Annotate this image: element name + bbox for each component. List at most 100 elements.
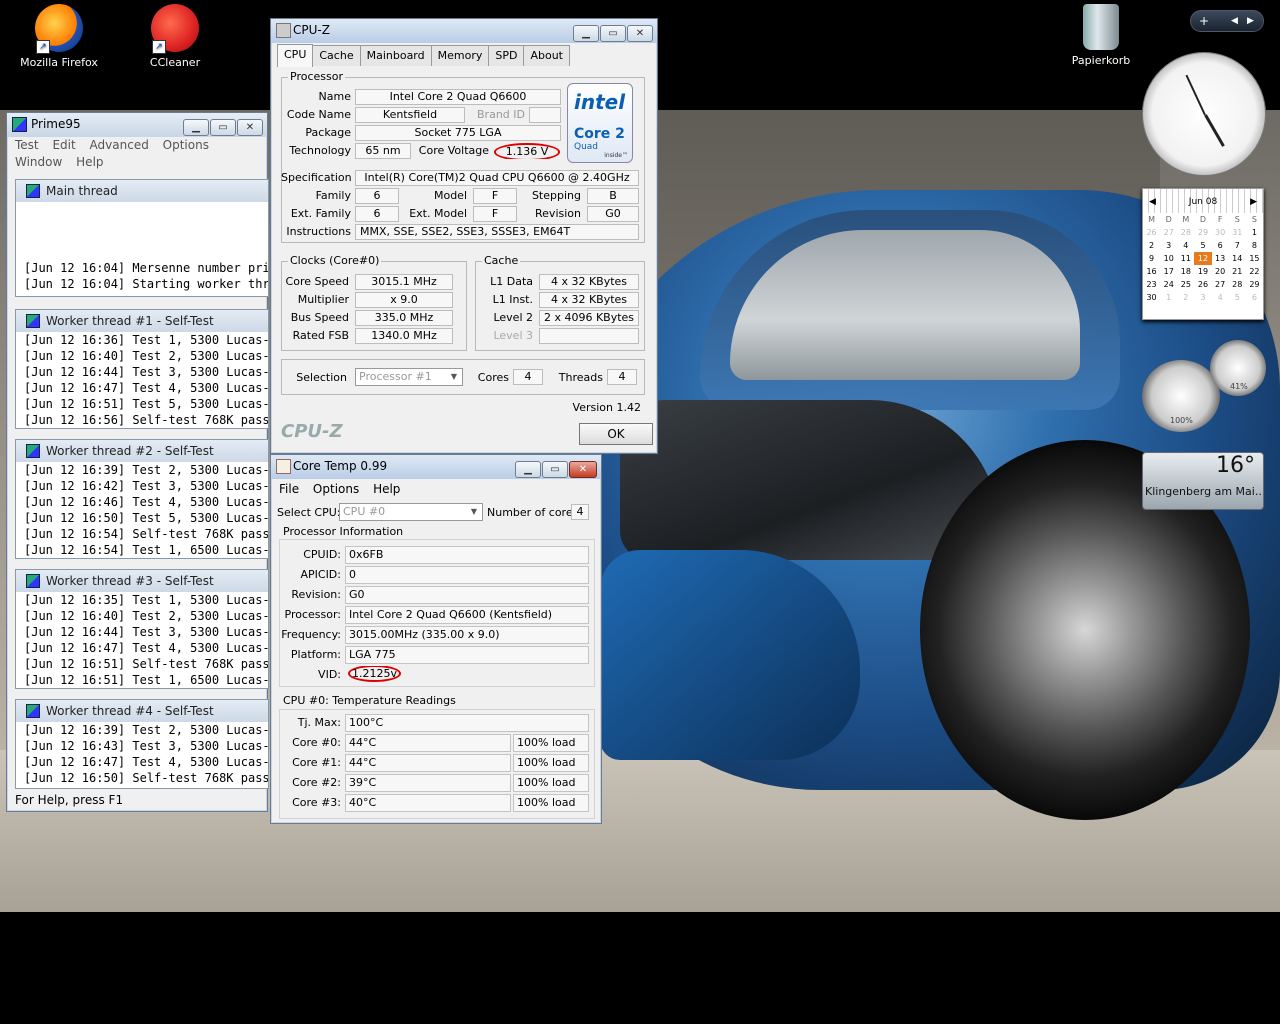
calendar-day[interactable]: 4 (1212, 291, 1229, 304)
calendar-day[interactable]: 17 (1160, 265, 1177, 278)
calendar-day[interactable]: 2 (1177, 291, 1194, 304)
main-thread-titlebar[interactable]: Main thread (16, 180, 268, 202)
calendar-day[interactable]: 29 (1246, 278, 1263, 291)
ok-button[interactable]: OK (579, 423, 653, 445)
minimize-button[interactable]: ▁ (515, 461, 541, 478)
tab-cache[interactable]: Cache (312, 45, 361, 66)
menu-help[interactable]: Help (76, 155, 103, 169)
main-thread-window[interactable]: Main thread [Jun 12 16:04] Mersenne numb… (15, 179, 269, 297)
cpuz-titlebar[interactable]: CPU-Z ▁ ▭ ✕ (271, 19, 657, 43)
calendar-day[interactable]: 24 (1160, 278, 1177, 291)
sidebar-next-button[interactable]: ▶ (1247, 16, 1254, 26)
weather-gadget[interactable]: 16° Klingenberg am Mai... (1142, 452, 1264, 510)
worker-thread-3-window[interactable]: Worker thread #3 - Self-Test [Jun 12 16:… (15, 569, 269, 689)
calendar-day[interactable]: 13 (1212, 252, 1229, 265)
minimize-button[interactable]: ▁ (183, 119, 209, 136)
calendar-day[interactable]: 28 (1229, 278, 1246, 291)
calendar-day[interactable]: 6 (1212, 239, 1229, 252)
calendar-day[interactable]: 1 (1246, 226, 1263, 239)
desktop-icon-firefox[interactable]: ↗ Mozilla Firefox (14, 4, 104, 69)
calendar-day[interactable]: 26 (1194, 278, 1211, 291)
calendar-day[interactable]: 5 (1194, 239, 1211, 252)
calendar-day[interactable]: 25 (1177, 278, 1194, 291)
worker-thread-titlebar[interactable]: Worker thread #3 - Self-Test (16, 570, 268, 592)
calendar-day[interactable]: 1 (1160, 291, 1177, 304)
worker-thread-4-window[interactable]: Worker thread #4 - Self-Test [Jun 12 16:… (15, 699, 269, 789)
tab-memory[interactable]: Memory (430, 45, 490, 66)
calendar-day[interactable]: 21 (1229, 265, 1246, 278)
tab-spd[interactable]: SPD (488, 45, 525, 66)
coretemp-window[interactable]: Core Temp 0.99 ▁ ▭ ✕ File Options Help Sel… (270, 454, 602, 824)
sidebar-prev-button[interactable]: ◀ (1231, 16, 1238, 26)
calendar-day[interactable]: 14 (1229, 252, 1246, 265)
desktop-icon-recycle-bin[interactable]: Papierkorb (1056, 4, 1146, 67)
calendar-day[interactable]: 19 (1194, 265, 1211, 278)
worker-thread-2-window[interactable]: Worker thread #2 - Self-Test [Jun 12 16:… (15, 439, 269, 559)
prime95-titlebar[interactable]: Prime95 ▁ ▭ ✕ (7, 113, 267, 137)
shortcut-arrow-icon: ↗ (36, 40, 50, 54)
calendar-day[interactable]: 5 (1229, 291, 1246, 304)
close-button[interactable]: ✕ (569, 461, 597, 478)
prime95-window[interactable]: Prime95 ▁ ▭ ✕ Test Edit Advanced Options W… (6, 112, 269, 812)
calendar-next-icon[interactable]: ▶ (1250, 197, 1257, 207)
calendar-day[interactable]: 11 (1177, 252, 1194, 265)
menu-file[interactable]: File (279, 482, 299, 496)
calendar-day[interactable]: 15 (1246, 252, 1263, 265)
calendar-gadget[interactable]: ◀ Jun 08 ▶ MDMDFSS 26 27 28 29 30 31 1 2 3 4 5 6 7 8 9… (1142, 188, 1264, 320)
cpu-select[interactable]: CPU #0 ▼ (339, 503, 483, 521)
close-button[interactable]: ✕ (237, 119, 263, 136)
menu-advanced[interactable]: Advanced (90, 138, 149, 152)
sidebar-add-button[interactable]: + (1199, 14, 1209, 28)
close-button[interactable]: ✕ (627, 25, 653, 42)
calendar-day[interactable]: 20 (1212, 265, 1229, 278)
tab-about[interactable]: About (523, 45, 570, 66)
coretemp-titlebar[interactable]: Core Temp 0.99 ▁ ▭ ✕ (271, 455, 601, 479)
clock-gadget[interactable] (1142, 52, 1266, 176)
calendar-day[interactable]: 29 (1194, 226, 1211, 239)
worker-thread-titlebar[interactable]: Worker thread #1 - Self-Test (16, 310, 268, 332)
calendar-day[interactable]: 28 (1177, 226, 1194, 239)
calendar-day[interactable]: 4 (1177, 239, 1194, 252)
maximize-button[interactable]: ▭ (210, 119, 236, 136)
cpu-meter-gadget[interactable]: 100% 41% (1142, 340, 1266, 432)
menu-options[interactable]: Options (163, 138, 209, 152)
worker-thread-titlebar[interactable]: Worker thread #4 - Self-Test (16, 700, 268, 722)
calendar-day[interactable]: 8 (1246, 239, 1263, 252)
menu-help[interactable]: Help (373, 482, 400, 496)
calendar-day[interactable]: 22 (1246, 265, 1263, 278)
menu-test[interactable]: Test (15, 138, 39, 152)
calendar-day[interactable]: 3 (1160, 239, 1177, 252)
calendar-day[interactable]: 3 (1194, 291, 1211, 304)
desktop-icon-ccleaner[interactable]: ↗ CCleaner (130, 4, 220, 69)
l1-data-label: L1 Data (490, 275, 533, 288)
cpuz-window[interactable]: CPU-Z ▁ ▭ ✕ CPU Cache Mainboard Memory SPD Abou… (270, 18, 658, 454)
processor-select[interactable]: Processor #1 ▼ (355, 368, 463, 386)
minimize-button[interactable]: ▁ (573, 25, 599, 42)
worker-thread-1-window[interactable]: Worker thread #1 - Self-Test [Jun 12 16:… (15, 309, 269, 429)
calendar-day[interactable]: 23 (1143, 278, 1160, 291)
calendar-day[interactable]: 30 (1212, 226, 1229, 239)
worker-thread-titlebar[interactable]: Worker thread #2 - Self-Test (16, 440, 268, 462)
calendar-prev-icon[interactable]: ◀ (1149, 197, 1156, 207)
calendar-day[interactable]: 31 (1229, 226, 1246, 239)
calendar-day[interactable]: 7 (1229, 239, 1246, 252)
maximize-button[interactable]: ▭ (600, 25, 626, 42)
calendar-day[interactable]: 12 (1194, 252, 1212, 265)
calendar-day[interactable]: 16 (1143, 265, 1160, 278)
calendar-day[interactable]: 18 (1177, 265, 1194, 278)
calendar-day[interactable]: 27 (1160, 226, 1177, 239)
menu-options[interactable]: Options (313, 482, 359, 496)
calendar-day[interactable]: 30 (1143, 291, 1160, 304)
calendar-day[interactable]: 9 (1143, 252, 1160, 265)
calendar-day[interactable]: 27 (1212, 278, 1229, 291)
calendar-day[interactable]: 26 (1143, 226, 1160, 239)
calendar-day[interactable]: 6 (1246, 291, 1263, 304)
calendar-day[interactable]: 2 (1143, 239, 1160, 252)
tab-cpu[interactable]: CPU (277, 44, 314, 67)
tab-mainboard[interactable]: Mainboard (359, 45, 432, 66)
menu-edit[interactable]: Edit (52, 138, 75, 152)
maximize-button[interactable]: ▭ (542, 461, 568, 478)
calendar-day[interactable]: 10 (1160, 252, 1177, 265)
revision-label: Revision (535, 207, 581, 220)
menu-window[interactable]: Window (15, 155, 62, 169)
